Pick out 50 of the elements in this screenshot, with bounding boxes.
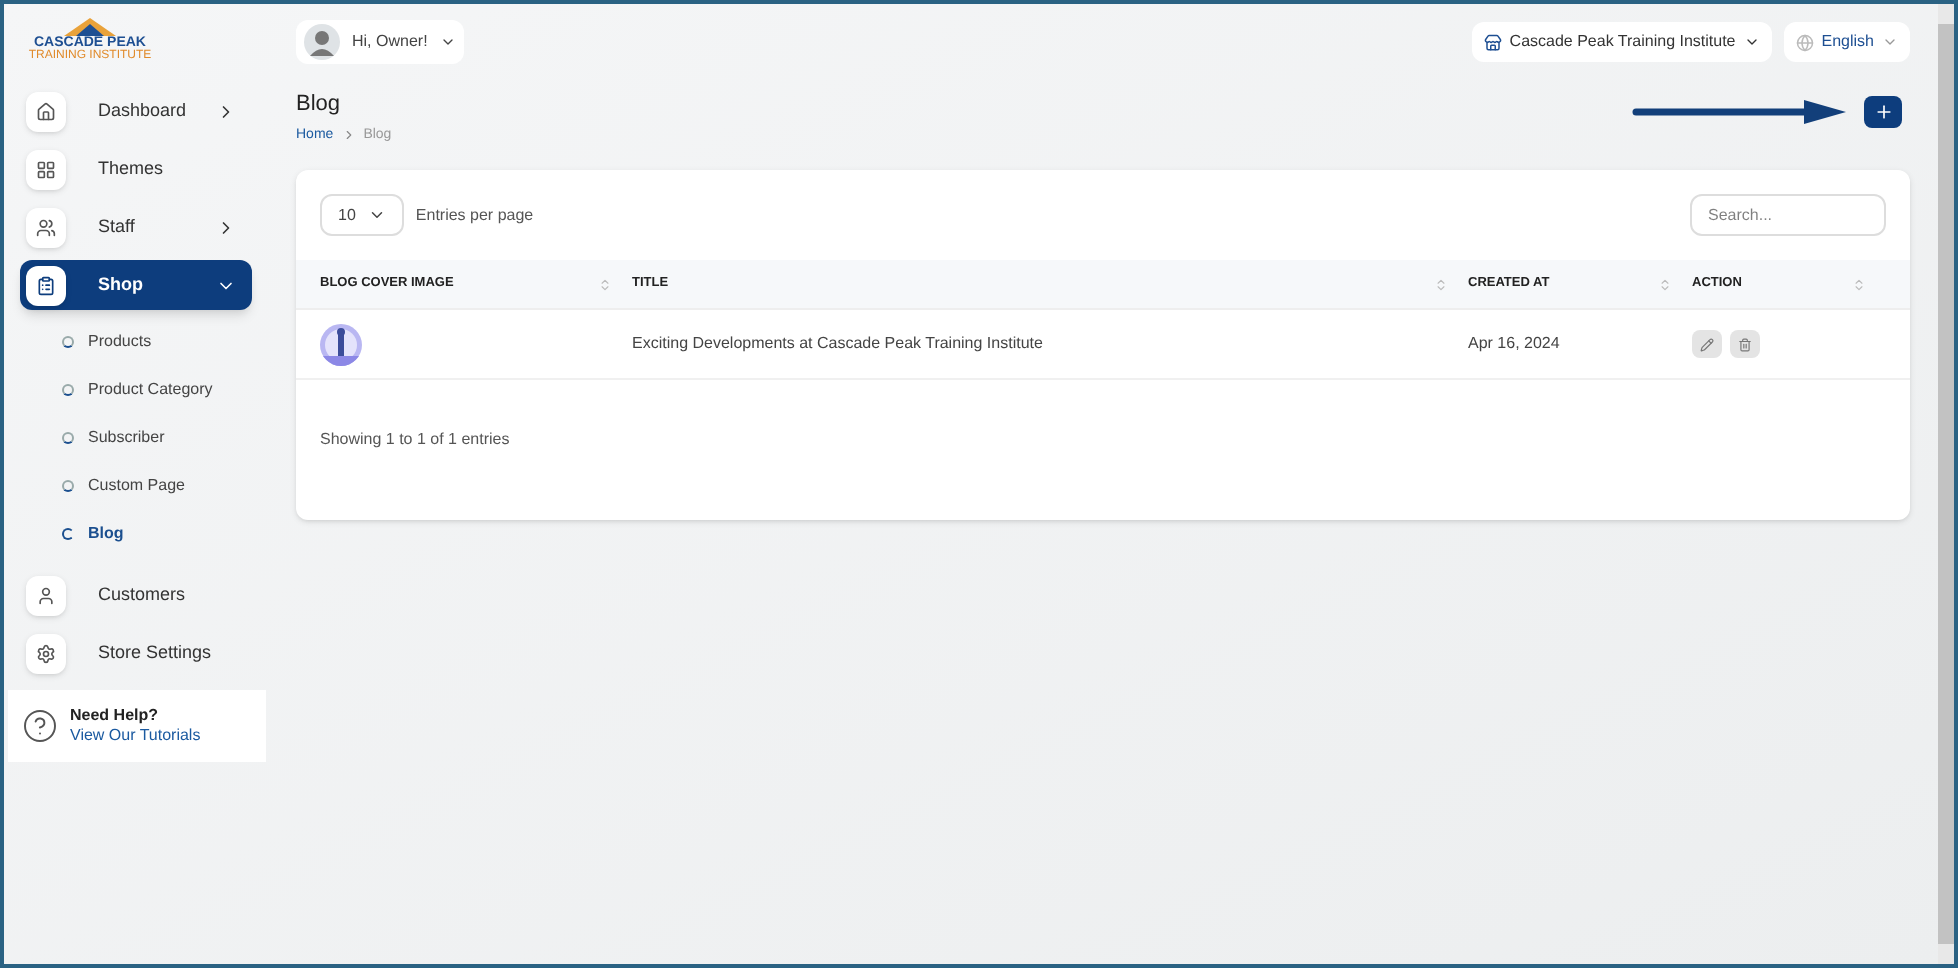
sidebar-item[interactable]: Themes <box>20 144 252 194</box>
entries-label: Entries per page <box>415 203 534 227</box>
users-icon <box>36 217 56 237</box>
clipboard-icon <box>36 275 56 295</box>
home-icon <box>36 101 56 121</box>
help-title: Need Help? <box>70 706 161 726</box>
store-selector[interactable]: Cascade Peak Training Institute <box>1471 22 1772 62</box>
submenu-item[interactable]: Custom Page <box>62 470 252 502</box>
avatar-icon <box>304 24 340 60</box>
page-title: Blog <box>296 90 343 120</box>
edit-icon <box>1700 337 1714 351</box>
profile-menu[interactable]: Hi, Owner! <box>296 20 464 64</box>
sidebar-item[interactable]: Store Settings <box>20 628 252 678</box>
tutorials-link[interactable]: View Our Tutorials <box>70 726 201 746</box>
add-button[interactable] <box>1864 96 1902 128</box>
sidebar-item[interactable]: Dashboard <box>20 86 252 136</box>
entries-summary: Showing 1 to 1 of 1 entries <box>320 430 510 448</box>
page-size-select[interactable]: 10 <box>320 194 404 236</box>
chevron-down-icon <box>1743 34 1760 50</box>
submenu-item[interactable]: Products <box>62 326 252 358</box>
mountain-icon <box>64 16 116 36</box>
sidebar-item[interactable]: Staff <box>20 202 252 252</box>
table-cell-text: Exciting Developments at Cascade Peak Training Institute <box>632 332 1045 356</box>
table-cell-text: Apr 16, 2024 <box>1468 332 1562 356</box>
plus-icon <box>1873 102 1893 122</box>
grid-icon <box>36 159 56 179</box>
globe-icon <box>1795 33 1814 51</box>
sidebar-item[interactable]: Customers <box>20 570 252 620</box>
chevron-down-icon <box>367 206 386 224</box>
sort-icon <box>598 277 612 291</box>
sidebar-item[interactable]: Shop <box>20 260 252 310</box>
chevron-down-icon <box>439 34 456 50</box>
language-selector[interactable]: English <box>1783 22 1910 62</box>
submenu-item[interactable]: Subscriber <box>62 422 252 454</box>
user-icon <box>36 585 56 605</box>
sort-icon <box>1658 277 1672 291</box>
sort-icon <box>1434 277 1448 291</box>
edit-button[interactable] <box>1692 330 1722 358</box>
chevron-right-icon <box>341 128 356 143</box>
settings-icon <box>36 643 56 663</box>
search-field[interactable]: Search... <box>1690 194 1886 236</box>
sort-icon <box>1852 277 1866 291</box>
trash-icon <box>1738 337 1752 351</box>
store-icon <box>1483 33 1502 51</box>
scrollbar[interactable] <box>1938 4 1954 964</box>
submenu-item[interactable]: Blog <box>62 518 252 550</box>
submenu-item[interactable]: Product Category <box>62 374 252 406</box>
help-icon <box>22 708 58 744</box>
chevron-down-icon <box>1882 34 1898 50</box>
delete-button[interactable] <box>1730 330 1760 358</box>
